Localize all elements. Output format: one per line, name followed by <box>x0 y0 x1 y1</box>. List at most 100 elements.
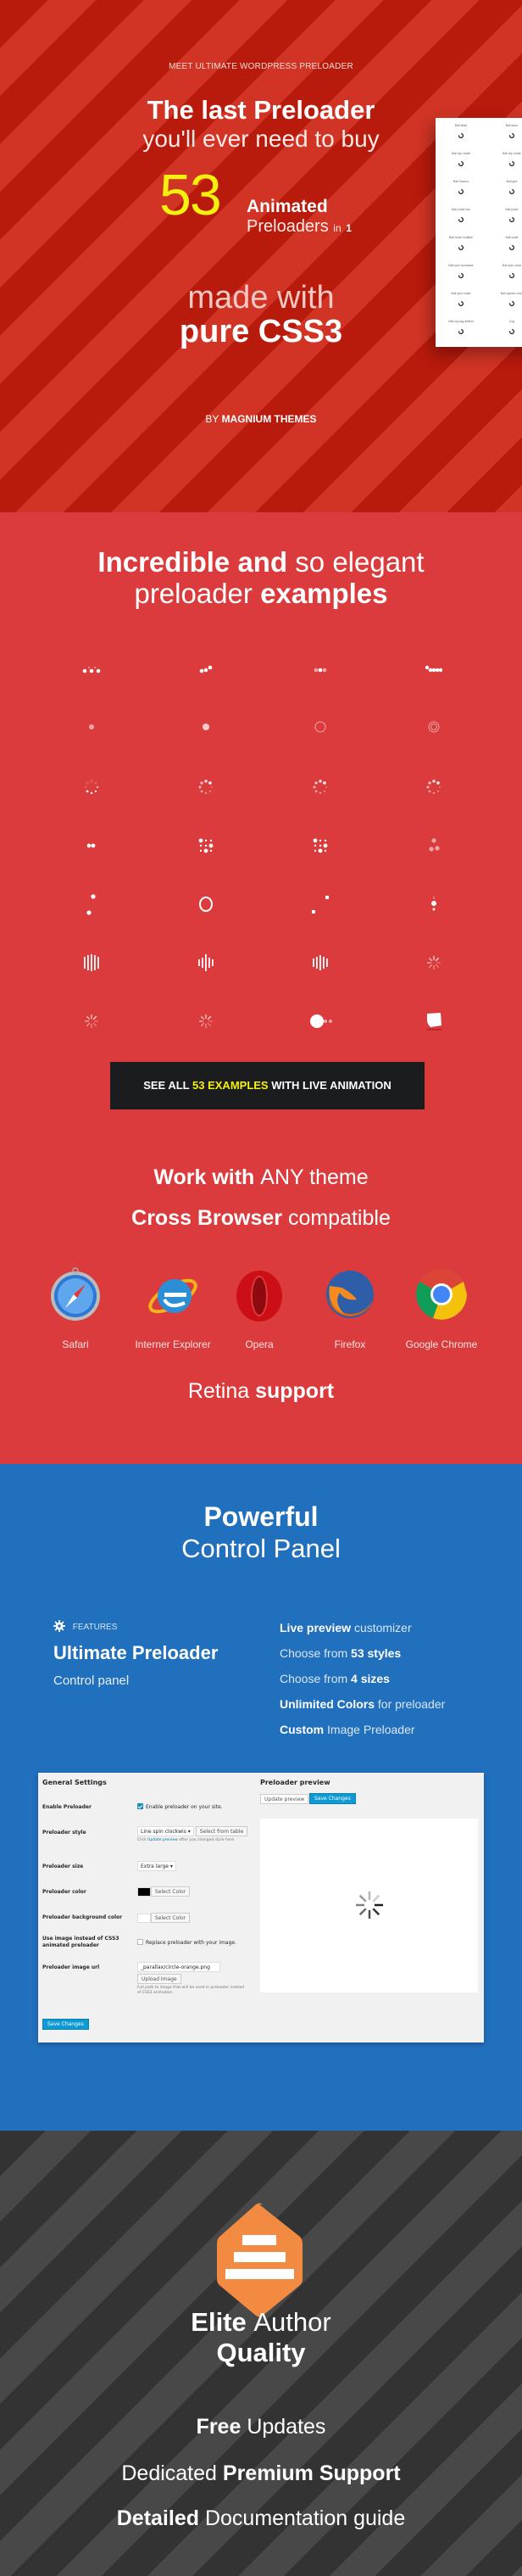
benefit-light: Dedicated <box>121 2461 217 2485</box>
hint-pre: Click <box>137 1838 147 1842</box>
preloader-table-label: Cog <box>508 320 515 323</box>
preloader-table-cell: Ball grid <box>486 177 522 206</box>
preloader-table-cell: Ball spin rotate <box>436 289 486 318</box>
ball-spin-clockwise-fade-example <box>408 774 459 800</box>
browser-name: Firefox <box>334 1338 366 1350</box>
line-scale-icon <box>84 954 99 971</box>
preloader-table-label: Ball grid <box>506 180 518 183</box>
ball-atom-icon <box>509 133 514 138</box>
see-all-examples-button[interactable]: SEE ALL 53 EXAMPLES WITH LIVE ANIMATION <box>110 1062 425 1109</box>
feature-light: Choose from <box>280 1672 348 1685</box>
ball-scale-icon <box>509 245 514 250</box>
square-spin-pair-icon <box>312 896 329 914</box>
ball-pulse-sync-icon <box>199 665 213 673</box>
cog-icon <box>509 329 514 334</box>
benefit-bold: Free <box>196 2415 242 2439</box>
elite-bold: Elite <box>191 2307 247 2337</box>
image-url-input[interactable]: _parallax/circle-orange.png <box>137 1962 220 1972</box>
benefit-bold: Detailed <box>116 2506 200 2530</box>
firefox-icon <box>326 1271 374 1318</box>
panel-subtitle: Control Panel <box>181 1534 341 1563</box>
ball-spin-icon <box>84 780 98 795</box>
preloader-style-control: Line spin clockwis ▾ Select from table C… <box>137 1826 248 1843</box>
preloader-table-label: Ball fussion <box>453 180 469 183</box>
in-word: in <box>333 222 342 234</box>
browser-name: Interner Explorer <box>135 1338 211 1350</box>
ball-clip-rotate-pulse-example <box>408 891 459 917</box>
elite-benefit-line: Free Updates <box>0 2415 522 2439</box>
hero-section: MEET ULTIMATE WORDPRESS PRELOADER The la… <box>0 0 522 512</box>
examples-title-line2: preloader examples <box>0 578 522 610</box>
ball-scale-multiple-icon <box>458 245 464 250</box>
line-scale-party-icon <box>198 954 214 971</box>
quality-title: Quality <box>216 2338 306 2367</box>
ball-pulse-icon <box>314 668 327 673</box>
use-image-checkbox[interactable] <box>137 1939 143 1945</box>
title2-bold: examples <box>260 578 388 609</box>
cube-transition-icon <box>427 1013 441 1031</box>
select-color-button[interactable]: Select Color <box>151 1886 191 1897</box>
ball-spin-example <box>66 774 117 800</box>
preloader-preview-heading: Preloader preview <box>260 1779 330 1786</box>
control-panel-section: Powerful Control Panel FEATURES Ultimate… <box>0 1464 522 2131</box>
preloader-table-label: Ball clip rotate <box>452 152 470 155</box>
preloader-table-cell: Ball pulse rise <box>436 205 486 234</box>
enable-preloader-label: Enable Preloader <box>42 1804 92 1810</box>
feature-item: Choose from 53 styles <box>280 1646 445 1672</box>
upload-image-button[interactable]: Upload Image <box>137 1974 181 1984</box>
preloaders-word: Preloaders <box>247 217 329 236</box>
ball-grid-icon <box>509 189 514 194</box>
elite-author-section: Elite Author Quality Free Updates Dedicat… <box>0 2131 522 2576</box>
update-preview-button[interactable]: Update preview <box>260 1794 309 1804</box>
feature-light: Image Preloader <box>327 1723 415 1736</box>
preloader-table-label: Ball pulse rise <box>452 208 470 211</box>
opera-icon <box>236 1271 282 1322</box>
author-byline: BY MAGNIUM THEMES <box>0 413 522 425</box>
image-url-control: _parallax/circle-orange.png Upload Image… <box>137 1962 247 1996</box>
image-url-label: Preloader image url <box>42 1964 100 1970</box>
preloader-table-label: Ball atom <box>505 124 519 127</box>
feature-list: Live preview customizer Choose from 53 st… <box>280 1621 445 1748</box>
feature-item: Unlimited Colors for preloader <box>280 1697 445 1723</box>
elite-author-badge-icon <box>217 2203 303 2317</box>
ball-fussion-icon <box>458 189 464 194</box>
ball-spin-fade-example <box>180 774 231 800</box>
save-changes-button[interactable]: Save Changes <box>42 2019 89 2030</box>
preloader-table-cell: Ball spin clockwise <box>436 261 486 290</box>
enable-preloader-checkbox[interactable] <box>137 1803 143 1809</box>
ball-pulse-rise-icon <box>82 667 101 673</box>
preloader-table-label: Ball pulse <box>505 208 519 211</box>
title2-light: preloader <box>134 578 253 609</box>
image-url-hint: Full path to image that will be used in … <box>137 1986 245 1995</box>
chrome-icon <box>416 1269 467 1320</box>
preview-save-changes-button[interactable]: Save Changes <box>309 1793 356 1804</box>
line-scale-pulse-out-icon <box>313 955 328 970</box>
animated-label: Animated <box>247 197 328 216</box>
ball-pulse-rise-icon <box>458 217 464 222</box>
work-with-any-theme: Work with ANY theme <box>0 1165 522 1190</box>
background-color-swatch[interactable] <box>137 1914 151 1923</box>
preloader-size-select[interactable]: Extra large ▾ <box>137 1861 176 1871</box>
browser-opera: Opera <box>213 1267 306 1350</box>
preloader-size-label: Preloader size <box>42 1864 84 1869</box>
ball-spin-clock-icon <box>509 273 514 278</box>
select-from-table-button[interactable]: Select from table <box>195 1826 248 1836</box>
ball-pulse-icon <box>509 217 514 222</box>
update-preview-link[interactable]: Update preview <box>147 1838 177 1842</box>
ball-triangle-path-example <box>408 833 459 858</box>
feature-light: for preloader <box>377 1697 446 1711</box>
ball-triangle-path-icon <box>429 838 440 852</box>
color-swatch[interactable] <box>137 1887 151 1897</box>
style-hint: Click Update preview after you changed s… <box>137 1838 247 1843</box>
preloader-style-select[interactable]: Line spin clockwis ▾ <box>137 1826 194 1836</box>
line-spin-clockwise-icon <box>85 1014 98 1028</box>
ball-zig-zag-icon <box>86 843 96 848</box>
ball-scale-ripple-multiple-example <box>408 714 459 740</box>
preloader-table-cell: Ball spin clock <box>486 261 522 290</box>
pacman-example <box>295 1009 346 1034</box>
examples-section: Incredible and so elegant preloader exam… <box>0 512 522 1464</box>
select-background-color-button[interactable]: Select Color <box>151 1913 191 1923</box>
ball-beat-icon <box>425 665 443 673</box>
browser-name: Opera <box>245 1338 274 1350</box>
preloader-table-screenshot: Ball 8bits Ball atom Ball clip rotate Ball … <box>436 118 522 347</box>
